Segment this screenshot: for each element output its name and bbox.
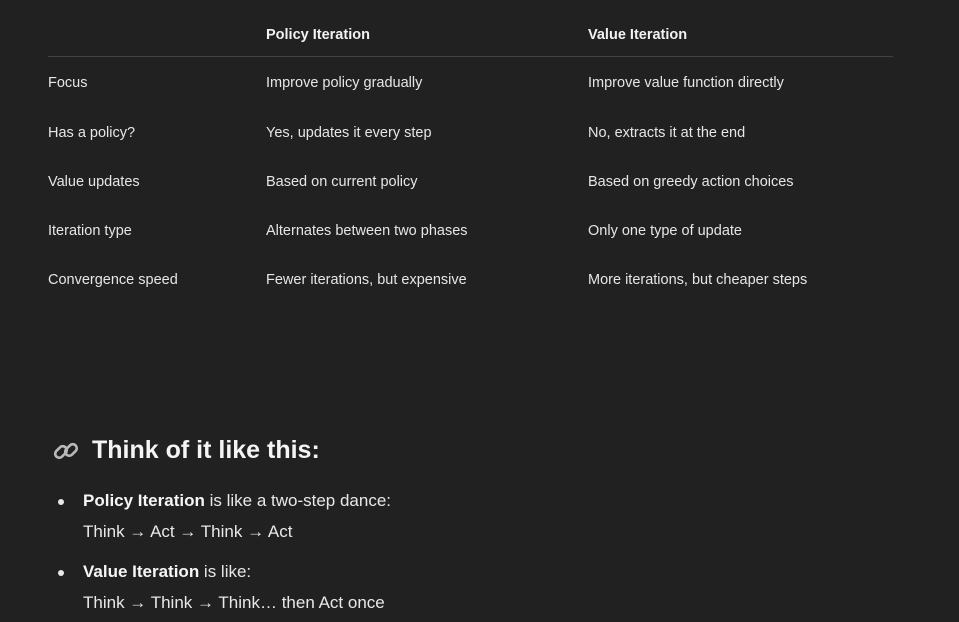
bullet-term: Value Iteration [83,562,200,581]
comparison-table: Policy Iteration Value Iteration Focus I… [48,14,893,304]
link-icon [52,437,80,465]
table-cell: More iterations, but cheaper steps [588,271,808,288]
list-item: Policy Iteration is like a two-step danc… [58,486,391,547]
section-title: Think of it like this: [92,436,320,464]
table-row: Has a policy? Yes, updates it every step… [48,108,893,157]
table-cell: Based on current policy [266,173,418,190]
bullet-text: is like a two-step dance: [204,491,392,510]
table-cell: Only one type of update [588,222,742,239]
bullet-term: Policy Iteration [83,491,205,510]
table-cell: Value updates [48,173,140,190]
table-cell: Based on greedy action choices [588,173,794,190]
table-cell: Focus [48,74,88,91]
bullet-list: Policy Iteration is like a two-step danc… [58,486,391,622]
section-heading: Think of it like this: [52,436,320,465]
list-item: Value Iteration is like: Think → Think →… [58,557,391,618]
bullet-text: is like: [199,562,252,581]
table-cell: Improve value function directly [588,74,784,91]
table-cell: Alternates between two phases [266,222,468,239]
table-row: Focus Improve policy gradually Improve v… [48,57,893,109]
table-cell: Improve policy gradually [266,74,423,91]
table-header-cell [48,14,266,57]
table-cell: Yes, updates it every step [266,124,432,141]
table-row: Iteration type Alternates between two ph… [48,206,893,255]
table-row: Convergence speed Fewer iterations, but … [48,255,893,304]
table-header-cell: Policy Iteration [266,14,588,57]
bullet-sequence: Think → Act → Think → Act [83,521,293,541]
bullet-dot [58,499,64,505]
bullet-sequence: Think → Think → Think… then Act once [83,592,385,612]
table-cell: No, extracts it at the end [588,124,746,141]
table-cell: Fewer iterations, but expensive [266,271,467,288]
table-header-cell: Value Iteration [588,14,893,57]
table-row: Value updates Based on current policy Ba… [48,157,893,206]
table-cell: Has a policy? [48,124,136,141]
table-cell: Iteration type [48,222,132,239]
bullet-dot [58,570,64,576]
table-cell: Convergence speed [48,271,178,288]
chat-response: Policy Iteration Value Iteration Focus I… [0,0,959,622]
table-header-row: Policy Iteration Value Iteration [48,14,893,57]
